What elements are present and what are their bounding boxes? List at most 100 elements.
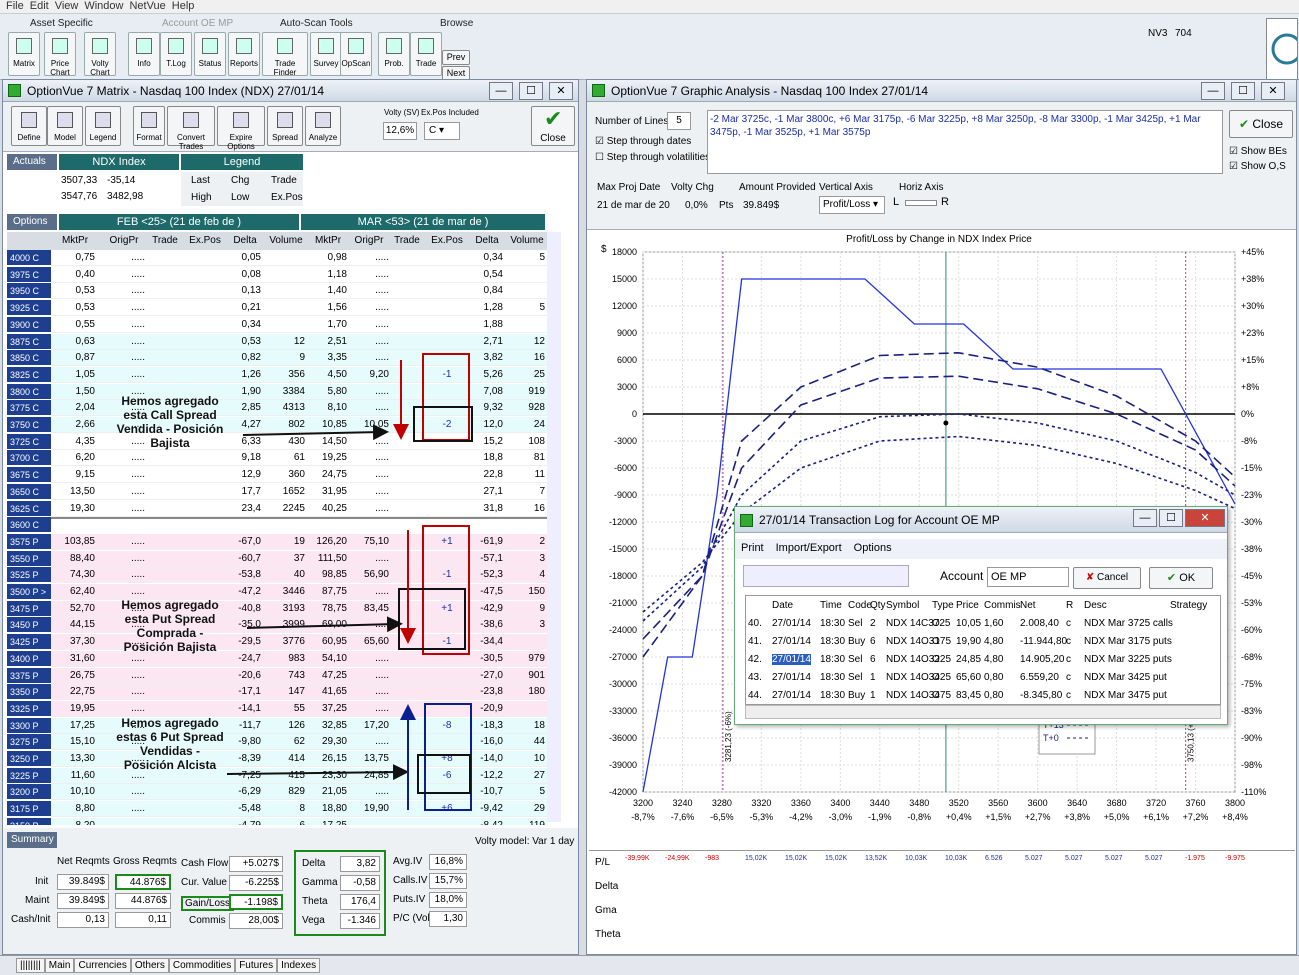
iv-box: Avg.IV 16,8% Calls.IV 15,7% Puts.IV 18,0% P/C … — [391, 854, 471, 934]
button-label: Prob. — [384, 59, 404, 68]
tlog-menu-options[interactable]: Options — [854, 542, 892, 554]
toolbar-status-button[interactable]: Status — [194, 32, 226, 76]
positions-text[interactable]: -2 Mar 3725c, -1 Mar 3800c, +6 Mar 3175p… — [707, 110, 1223, 174]
y2-tick-label: -75% — [1241, 679, 1262, 689]
x-pct-label: -1,9% — [868, 812, 892, 822]
tlog-cancel-button[interactable]: ✘ Cancel — [1073, 567, 1141, 589]
close-window-button[interactable]: ✕ — [1261, 82, 1285, 100]
toolbar-volty-chart-button[interactable]: Volty Chart — [84, 32, 116, 77]
tlog-col-strategy: Strategy — [1170, 600, 1208, 611]
tab-main[interactable]: Main — [44, 958, 75, 973]
tlog-cell[interactable]: 27/01/14 — [772, 618, 811, 629]
main-toolbar: Asset Specific Account OE MP Auto-Scan T… — [0, 14, 1299, 81]
tlog-cell: NDX 14O3475 — [886, 690, 952, 701]
step-vol-checkbox[interactable]: ☐ Step through volatilities — [595, 152, 710, 163]
button-label: Matrix — [13, 59, 35, 68]
x-tick-label: 3200 — [633, 798, 653, 808]
minimize-button[interactable]: — — [1133, 509, 1157, 527]
toolbar-trade-button[interactable]: Trade — [410, 32, 442, 76]
volty-chg-value[interactable]: 0,0% — [685, 200, 708, 211]
tlog-cell[interactable]: 27/01/14 — [772, 636, 811, 647]
trade-icon — [418, 38, 434, 54]
menu-file[interactable]: File — [6, 0, 24, 12]
amount-value[interactable]: 39.849$ — [743, 200, 779, 211]
y2-tick-label: -98% — [1241, 760, 1262, 770]
app-icon — [740, 514, 753, 527]
tab-indexes[interactable]: Indexes — [277, 958, 321, 973]
tlog-cell: 6 — [870, 636, 876, 647]
toolbar-opscan-button[interactable]: OpScan — [340, 32, 372, 76]
greek-theta-value: 176,4 — [340, 894, 380, 910]
bottom-tabs: |||||||| Main Currencies Others Commodities F… — [0, 955, 1299, 975]
max-proj-value[interactable]: 21 de mar de 20 — [597, 200, 670, 211]
tlog-cell: NDX 14O3225 — [886, 654, 952, 665]
button-label: Reports — [229, 59, 258, 68]
show-bes-checkbox[interactable]: ☑ Show BEs — [1229, 146, 1287, 157]
close-label: Close — [1252, 117, 1284, 131]
minimize-button[interactable]: — — [1201, 82, 1225, 100]
y2-tick-label: -45% — [1241, 571, 1262, 581]
vaxis-select[interactable]: Profit/Loss ▾ — [819, 196, 885, 214]
x-pct-label: -6,5% — [710, 812, 734, 822]
graph-close-button[interactable]: ✔ Close — [1229, 110, 1293, 138]
menu-edit[interactable]: Edit — [30, 0, 49, 12]
menu-view[interactable]: View — [55, 0, 79, 12]
tlog-cell: 2.008,40 — [1020, 618, 1059, 629]
toolbar-prob--button[interactable]: Prob. — [378, 32, 410, 76]
toolbar-reports-button[interactable]: Reports — [228, 32, 260, 76]
tlog-cell: 24,85 — [956, 654, 982, 665]
button-label: T.Log — [166, 59, 186, 68]
tlog-cell: c — [1066, 672, 1071, 683]
toolbar-matrix-button[interactable]: Matrix — [8, 32, 40, 76]
x-tick-label: 3280 — [712, 798, 732, 808]
menu-window[interactable]: Window — [84, 0, 123, 12]
tab-scroll-icon[interactable]: |||||||| — [16, 958, 45, 973]
toolbar-info-button[interactable]: Info — [128, 32, 160, 76]
graph-controls: Number of Lines 5 ☑ Step through dates ☐… — [587, 102, 1296, 230]
tlog-col-time: Time — [820, 600, 842, 611]
tlog-cell: 4,80 — [984, 636, 1004, 647]
tab-commodities[interactable]: Commodities — [168, 958, 236, 973]
haxis-slider[interactable] — [905, 200, 937, 206]
tab-currencies[interactable]: Currencies — [74, 958, 131, 973]
toolbar-price-chart-button[interactable]: Price Chart — [44, 32, 76, 77]
menu-help[interactable]: Help — [172, 0, 195, 12]
tlog-cell: -8.345,80 — [1020, 690, 1063, 701]
tlog-cell: c — [1066, 690, 1071, 701]
tlog-menu-print[interactable]: Print — [741, 542, 764, 554]
toolbar-t-log-button[interactable]: T.Log — [160, 32, 192, 76]
close-window-button[interactable]: ✕ — [1185, 509, 1225, 527]
tlog-cell[interactable]: 27/01/14 — [772, 690, 811, 701]
tlog-table: Date Time Code Qty Symbol Type Price Commis Net R… — [745, 595, 1221, 705]
x-pct-label: +1,5% — [985, 812, 1011, 822]
show-os-checkbox[interactable]: ☑ Show O,S — [1229, 161, 1286, 172]
group-account[interactable]: Account OE MP — [162, 18, 233, 29]
tlog-ok-button[interactable]: ✔ OK — [1149, 567, 1213, 589]
y2-tick-label: -38% — [1241, 544, 1262, 554]
tlog-cell[interactable]: 27/01/14 — [772, 672, 811, 683]
step-dates-checkbox[interactable]: ☑ Step through dates — [595, 136, 691, 147]
toolbar-trade-finder-button[interactable]: Trade Finder — [262, 32, 308, 77]
tlog-menu-import-export[interactable]: Import/Export — [776, 542, 842, 554]
app-icon — [592, 84, 605, 97]
tlog-cell: NDX Mar 3175 puts — [1084, 636, 1172, 647]
button-label: Survey — [313, 59, 339, 68]
tlog-cell: O — [932, 672, 940, 683]
tlog-cell: 65,60 — [956, 672, 982, 683]
strip-pl-value: -983 — [705, 855, 720, 862]
strip-pl-value: 10,03K — [905, 855, 928, 862]
maximize-button[interactable]: ☐ — [1231, 82, 1255, 100]
prev-button[interactable]: Prev — [442, 50, 470, 65]
toolbar-survey-button[interactable]: Survey — [310, 32, 342, 76]
tlog-hscroll[interactable] — [745, 705, 1221, 719]
tlog-cell: 6 — [870, 654, 876, 665]
cash-flow-value: +5.027$ — [229, 856, 283, 872]
menu-netvue[interactable]: NetVue — [129, 0, 165, 12]
account-input[interactable]: OE MP — [987, 567, 1069, 587]
num-lines-input[interactable]: 5 — [667, 112, 691, 130]
tab-futures[interactable]: Futures — [235, 958, 278, 973]
tlog-titlebar: 27/01/14 Transaction Log for Account OE … — [735, 507, 1227, 533]
tab-others[interactable]: Others — [130, 958, 169, 973]
maximize-button[interactable]: ☐ — [1159, 509, 1183, 527]
tlog-cell[interactable]: 27/01/14 — [772, 654, 811, 665]
